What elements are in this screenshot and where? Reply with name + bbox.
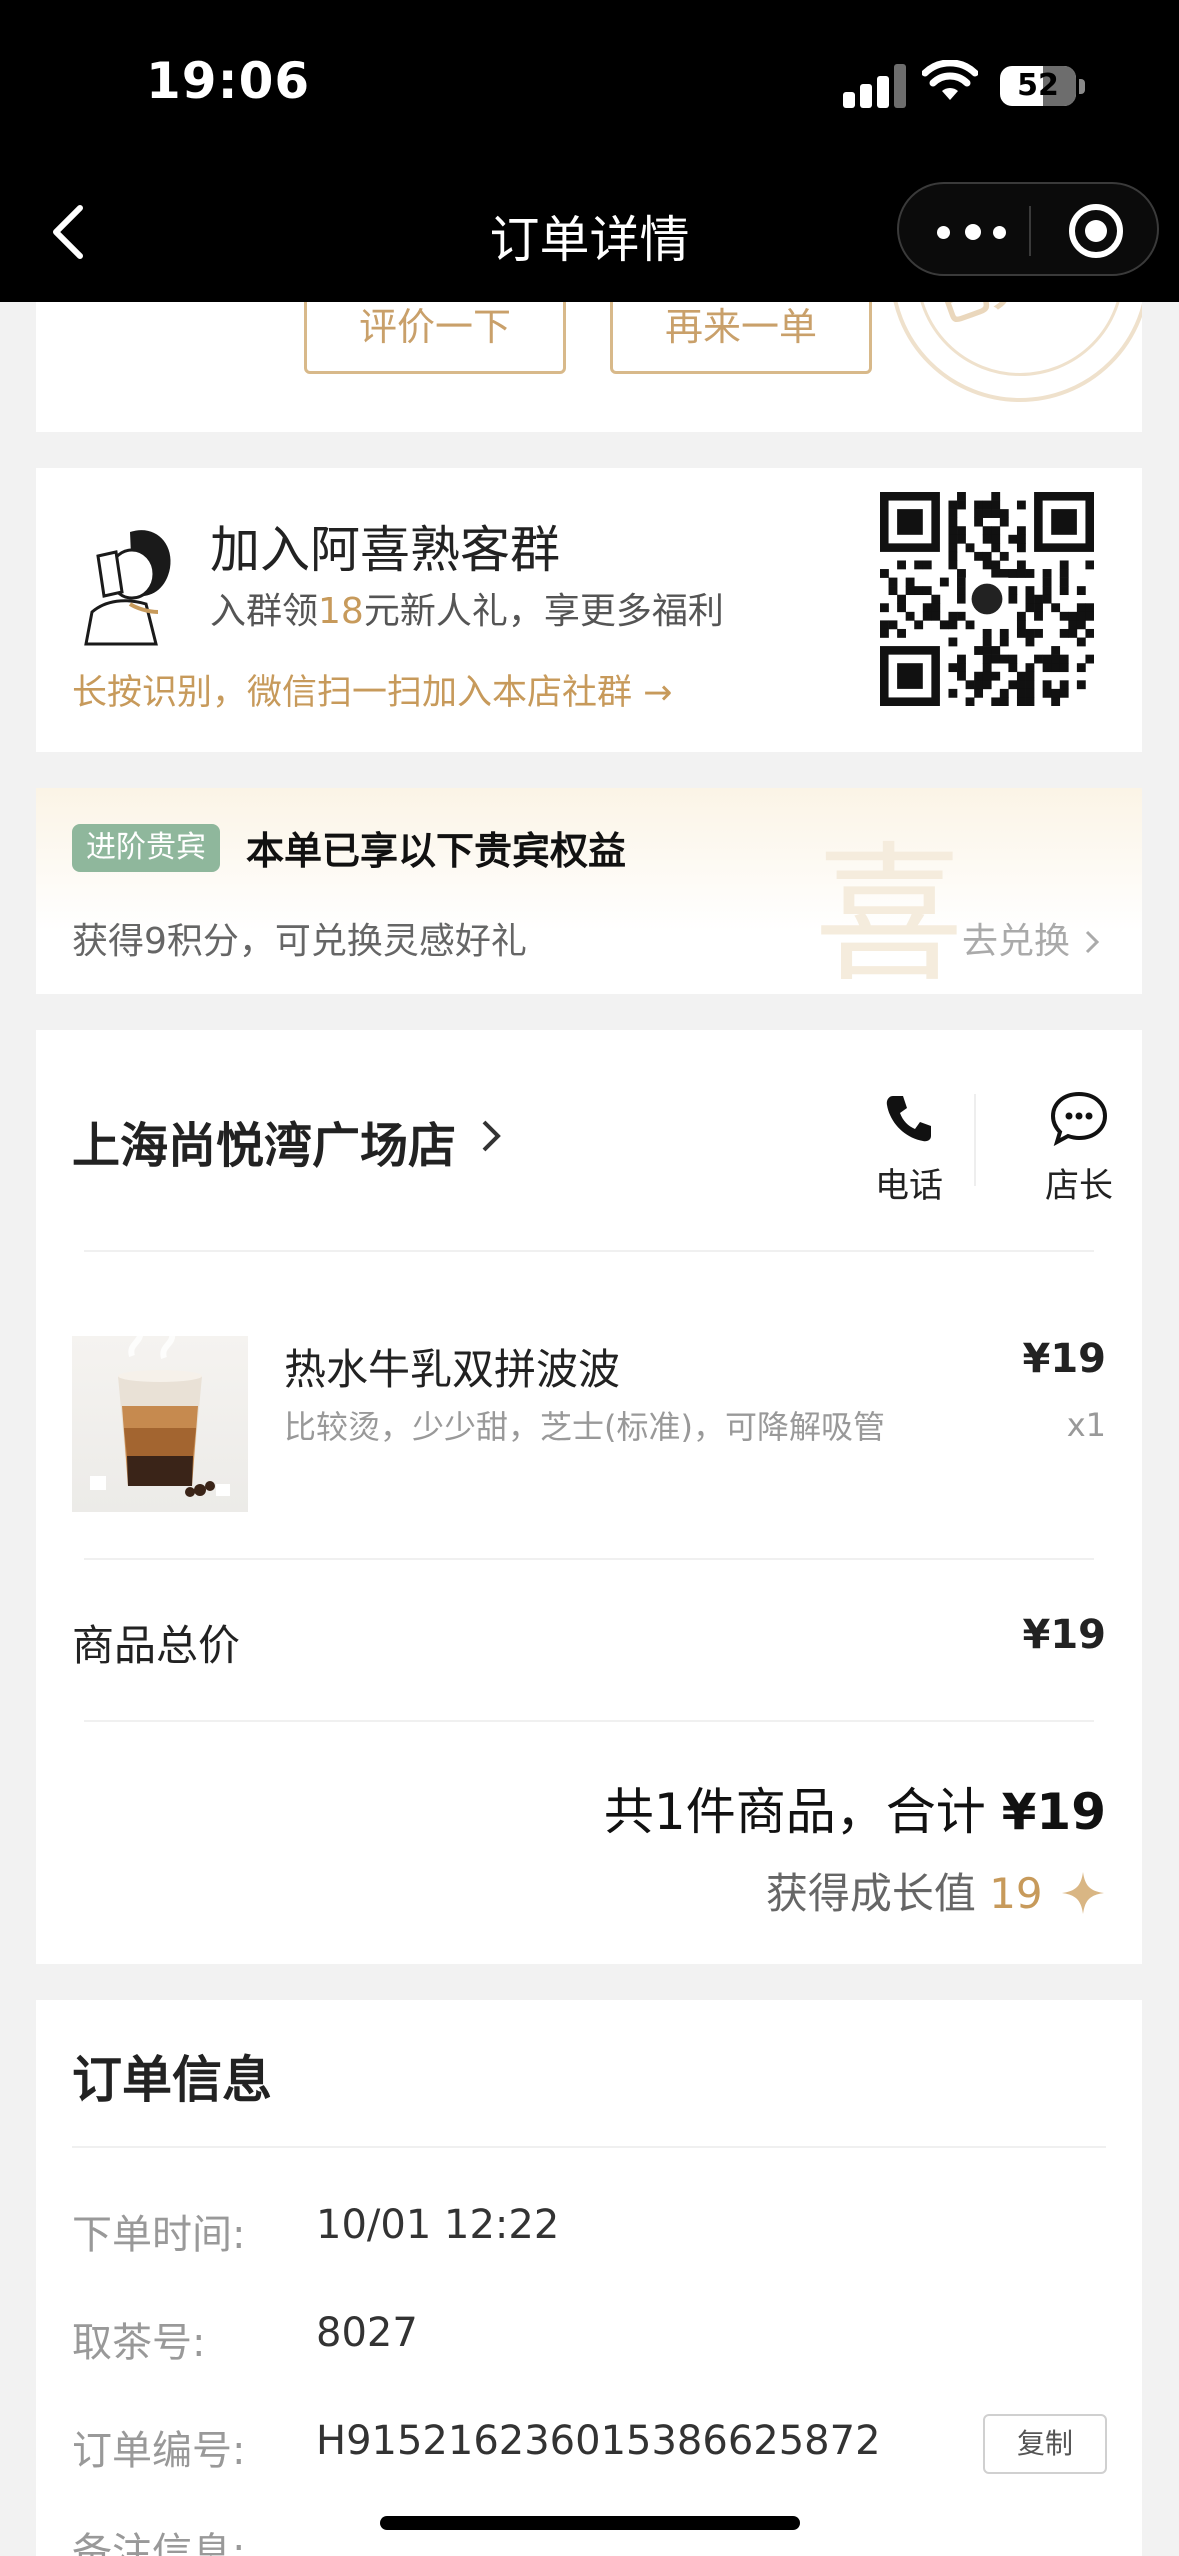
store-name[interactable]: 上海尚悦湾广场店	[72, 1106, 456, 1176]
subtotal-value: ¥19	[1022, 1612, 1107, 1658]
top-bar: 19:06 52 订单详情	[0, 0, 1179, 302]
vip-subtitle: 获得9积分，可兑换灵感好礼	[72, 921, 527, 962]
product-options: 比较烫，少少甜，芝士(标准)，可降解吸管	[284, 1408, 885, 1446]
product-price: ¥19	[1022, 1336, 1107, 1382]
contact-manager-button[interactable]: 店长	[1024, 1090, 1134, 1207]
info-value: 10/01 12:22	[316, 2202, 560, 2248]
info-key: 备注信息:	[72, 2530, 246, 2556]
info-key: 取茶号:	[72, 2320, 206, 2366]
vip-benefits-card: 喜 进阶贵宾 本单已享以下贵宾权益 获得9积分，可兑换灵感好礼 去兑换	[36, 788, 1142, 994]
call-label: 电话	[875, 1166, 943, 1206]
group-subtitle: 入群领18元新人礼，享更多福利	[210, 582, 724, 634]
order-info-title: 订单信息	[72, 2051, 272, 2109]
miniprogram-capsule	[897, 182, 1159, 276]
total-amount: ¥19	[1001, 1783, 1106, 1841]
phone-icon	[886, 1096, 931, 1142]
product-image	[72, 1336, 248, 1512]
vip-watermark: 喜	[814, 829, 965, 994]
growth-prefix: 获得成长值	[765, 1869, 990, 1918]
order-actions-card: 评价一下 再来一单 已完成	[36, 302, 1142, 432]
join-group-card: 加入阿喜熟客群 入群领18元新人礼，享更多福利 长按识别，微信扫一扫加入本店社群…	[36, 468, 1142, 752]
chat-icon	[1050, 1091, 1108, 1146]
completed-stamp: 已完成	[890, 302, 1142, 402]
group-sub-prefix: 入群领	[210, 591, 319, 632]
redeem-link[interactable]: 去兑换	[962, 912, 1105, 964]
status-time: 19:06	[146, 52, 311, 110]
sparkle-icon	[1062, 1872, 1104, 1914]
product-name: 热水牛乳双拼波波	[284, 1345, 621, 1394]
total-prefix: 共1件商品，合计	[603, 1783, 1002, 1841]
info-value: H915216236015386625872	[316, 2418, 881, 2464]
group-sub-amount: 18	[318, 591, 364, 632]
qr-code[interactable]	[880, 492, 1094, 706]
chevron-right-icon	[482, 1120, 501, 1152]
copy-button[interactable]: 复制	[983, 2414, 1107, 2474]
battery-level: 52	[1017, 68, 1059, 103]
growth-value: 19	[989, 1869, 1043, 1918]
order-total: 共1件商品，合计 ¥19	[604, 1772, 1106, 1844]
call-store-button[interactable]: 电话	[854, 1090, 964, 1207]
redeem-label: 去兑换	[962, 921, 1071, 962]
info-value: 8027	[316, 2310, 418, 2356]
battery-icon: 52	[1000, 66, 1085, 106]
home-indicator	[380, 2516, 800, 2530]
group-title: 加入阿喜熟客群	[210, 521, 560, 579]
order-card: 上海尚悦湾广场店 电话 店长 热水牛乳双拼波波 比较烫，少少甜，芝士(标准)，可…	[36, 1030, 1142, 1964]
close-miniprogram-button[interactable]	[1069, 204, 1123, 258]
wifi-icon	[922, 60, 978, 100]
vip-title: 本单已享以下贵宾权益	[246, 829, 627, 873]
vip-badge: 进阶贵宾	[72, 824, 220, 872]
order-info-card: 订单信息 下单时间: 10/01 12:22 取茶号: 8027 订单编号: H…	[36, 2000, 1142, 2556]
more-button[interactable]	[927, 204, 1017, 258]
growth-value-row: 获得成长值 19	[766, 1860, 1106, 1921]
manager-label: 店长	[1045, 1166, 1113, 1206]
mascot-icon	[84, 530, 171, 646]
group-sub-suffix: 元新人礼，享更多福利	[363, 591, 724, 632]
chevron-right-icon	[1086, 930, 1100, 954]
info-key: 订单编号:	[72, 2428, 246, 2474]
review-button[interactable]: 评价一下	[304, 302, 566, 374]
reorder-button[interactable]: 再来一单	[610, 302, 872, 374]
info-key: 下单时间:	[72, 2212, 246, 2258]
signal-icon	[843, 64, 907, 108]
join-group-link[interactable]: 长按识别，微信扫一扫加入本店社群 →	[72, 664, 672, 715]
product-quantity: x1	[1066, 1406, 1106, 1444]
subtotal-label: 商品总价	[72, 1621, 241, 1670]
